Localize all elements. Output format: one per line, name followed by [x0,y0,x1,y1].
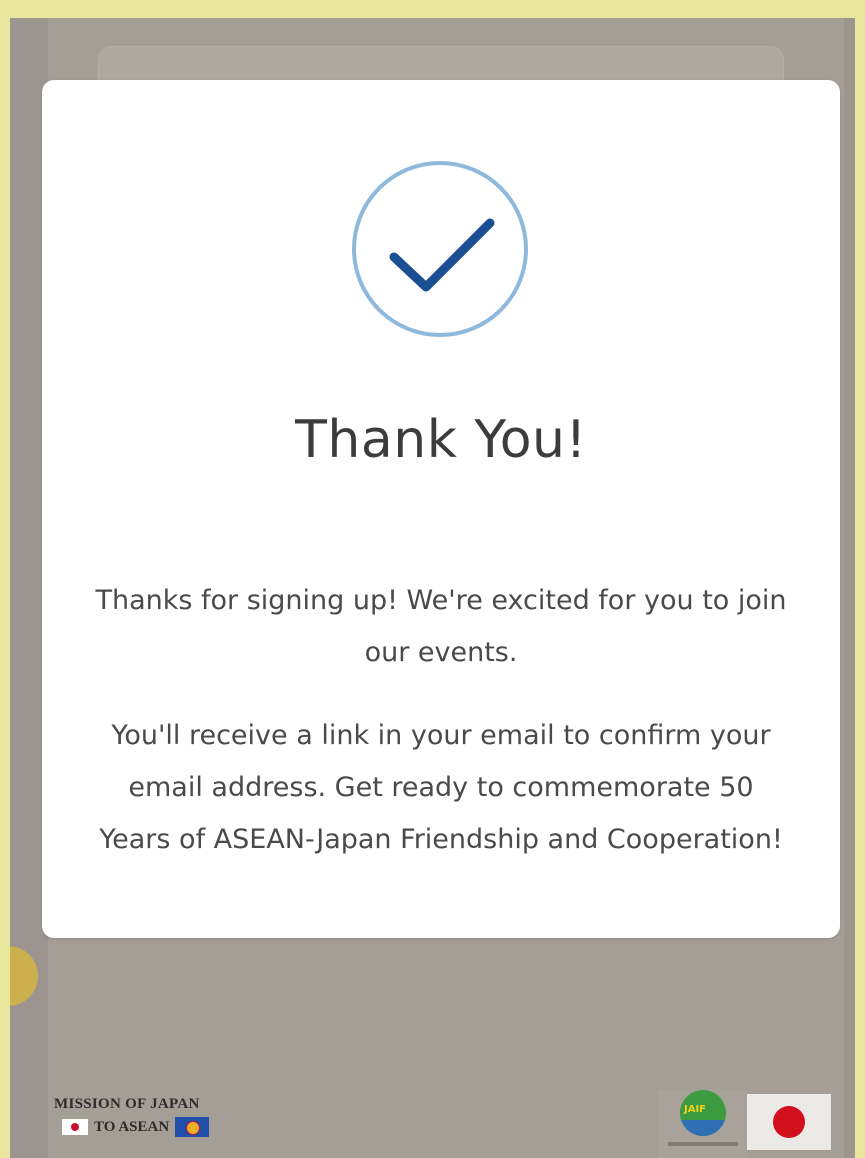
mission-logo-line2: TO ASEAN [54,1117,210,1137]
mission-logo-to-asean: TO ASEAN [94,1118,170,1135]
jaif-logo-text: JAIF [684,1104,707,1115]
japan-flag-icon [62,1119,88,1135]
mission-logo-line1: MISSION OF JAPAN [54,1096,200,1112]
email-confirmation-message: You'll receive a link in your email to c… [99,720,783,855]
mission-of-japan-logo: MISSION OF JAPAN TO ASEAN [54,1096,210,1137]
jaif-caption [668,1142,738,1146]
signup-confirmation-message: Thanks for signing up! We're excited for… [95,585,787,668]
japan-flag-image [747,1094,831,1150]
thank-you-modal: Thank You! Thanks for signing up! We're … [42,80,840,938]
modal-title: Thank You! [295,410,587,470]
jaif-logo: JAIF [658,1090,748,1158]
asean-flag-icon [175,1117,210,1137]
checkmark-circle-icon [350,159,530,339]
page-frame: Thank You! Thanks for signing up! We're … [10,18,855,1158]
background-side-element [10,946,38,1006]
